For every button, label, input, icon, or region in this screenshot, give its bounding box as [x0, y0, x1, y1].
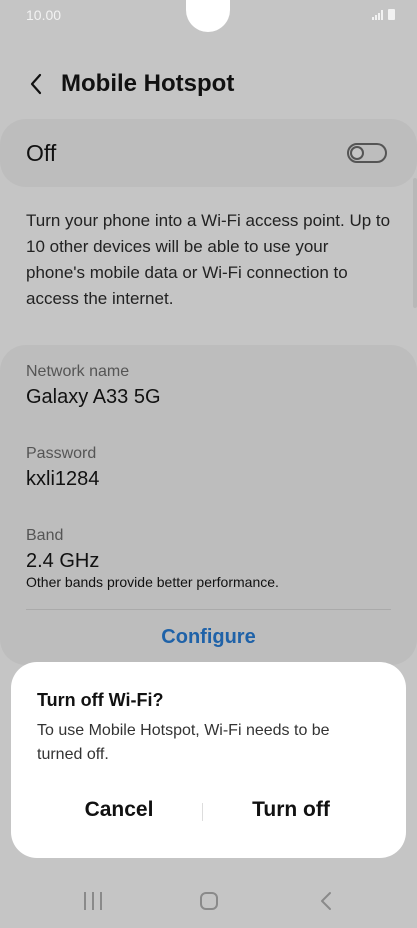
- password-label: Password: [26, 445, 97, 462]
- dialog-message: To use Mobile Hotspot, Wi-Fi needs to be…: [37, 722, 330, 763]
- battery-icon: [388, 9, 395, 20]
- network-name-value[interactable]: Galaxy A33 5G: [26, 386, 161, 409]
- band-label: Band: [26, 527, 64, 544]
- status-bar: 10.00: [0, 0, 417, 32]
- hotspot-toggle-switch[interactable]: [347, 143, 387, 163]
- hotspot-description: Turn your phone into a Wi-Fi access poin…: [26, 211, 391, 308]
- password-value[interactable]: kxli1284: [26, 468, 99, 491]
- band-value[interactable]: 2.4 GHz: [26, 550, 99, 573]
- page-title: Mobile Hotspot: [61, 70, 235, 97]
- status-time: 10.00: [26, 7, 62, 23]
- back-button[interactable]: [22, 68, 50, 100]
- dialog-title: Turn off Wi-Fi?: [37, 690, 164, 710]
- toggle-knob: [350, 146, 364, 160]
- hotspot-toggle-label: Off: [26, 140, 57, 166]
- status-icons: [372, 9, 395, 20]
- divider: [26, 609, 391, 610]
- cancel-button[interactable]: Cancel: [39, 798, 199, 822]
- hotspot-toggle-row[interactable]: Off: [0, 119, 417, 187]
- turn-off-button[interactable]: Turn off: [211, 798, 371, 822]
- configure-button[interactable]: Configure: [0, 626, 417, 649]
- signal-icon: [372, 10, 384, 20]
- dialog-button-divider: [202, 803, 203, 821]
- band-note: Other bands provide better performance.: [26, 574, 279, 590]
- app-header: Mobile Hotspot: [0, 60, 417, 108]
- turn-off-wifi-dialog: Turn off Wi-Fi? To use Mobile Hotspot, W…: [11, 662, 406, 858]
- chevron-left-icon: [30, 73, 42, 95]
- camera-notch: [186, 0, 230, 32]
- home-icon[interactable]: [200, 892, 218, 910]
- scroll-indicator: [413, 178, 417, 308]
- recent-apps-icon[interactable]: [84, 892, 102, 910]
- network-name-label: Network name: [26, 363, 130, 380]
- back-icon[interactable]: [318, 890, 334, 912]
- navigation-bar: [0, 876, 417, 928]
